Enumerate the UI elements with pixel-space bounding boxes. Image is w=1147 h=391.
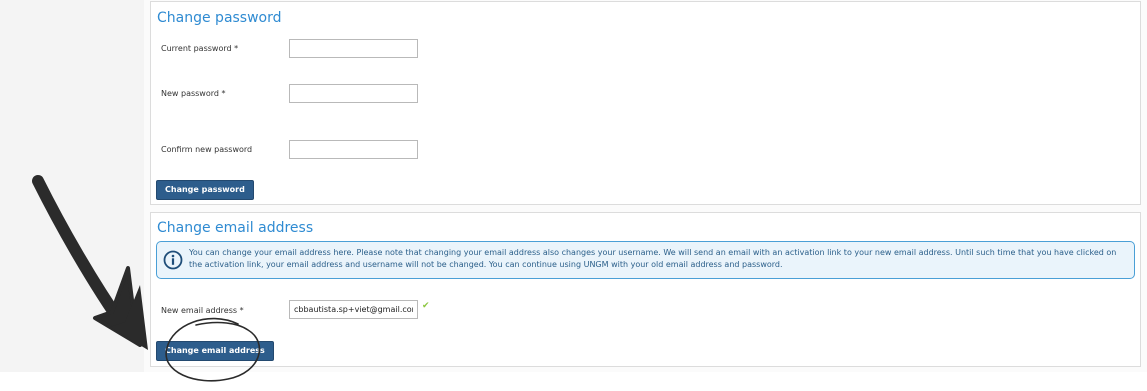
new-email-input[interactable] xyxy=(289,300,418,319)
checkmark-icon: ✔ xyxy=(422,301,430,311)
new-password-input[interactable] xyxy=(289,84,418,103)
change-password-panel: Change password Current password * New p… xyxy=(150,1,1141,205)
info-message-text: You can change your email address here. … xyxy=(189,248,1117,269)
confirm-password-input[interactable] xyxy=(289,140,418,159)
info-message-box: You can change your email address here. … xyxy=(156,241,1135,279)
new-email-label: New email address * xyxy=(161,306,244,315)
change-email-title: Change email address xyxy=(157,220,314,236)
change-password-button[interactable]: Change password xyxy=(156,180,254,200)
change-password-title: Change password xyxy=(157,10,282,26)
change-email-button[interactable]: Change email address xyxy=(156,341,274,361)
confirm-password-label: Confirm new password xyxy=(161,145,253,154)
left-gutter xyxy=(0,0,144,372)
current-password-label: Current password * xyxy=(161,44,239,53)
info-circle-icon xyxy=(163,250,183,270)
current-password-input[interactable] xyxy=(289,39,418,58)
change-email-panel: Change email address You can change your… xyxy=(150,212,1141,367)
new-password-label: New password * xyxy=(161,89,226,98)
